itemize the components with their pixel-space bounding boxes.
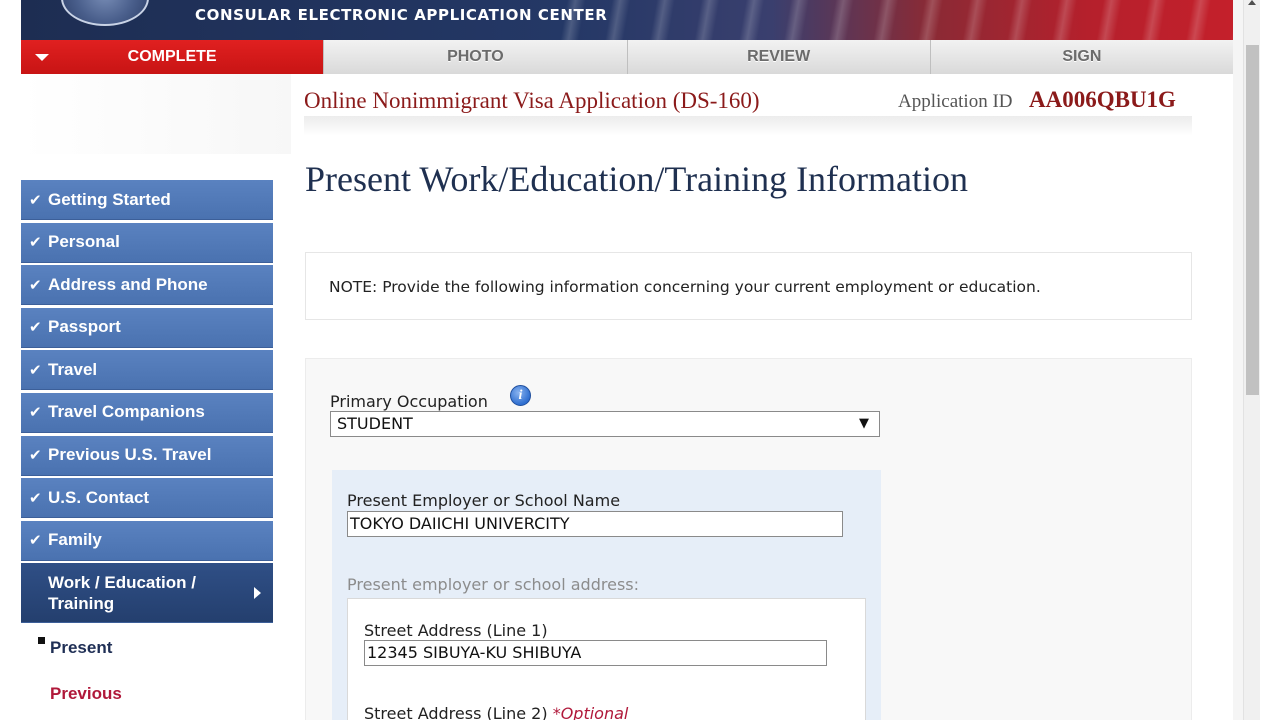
optional-marker: *Optional <box>552 704 629 720</box>
sidebar-item-address-and-phone[interactable]: ✔ Address and Phone <box>21 265 273 306</box>
tab-photo[interactable]: PHOTO <box>323 40 627 74</box>
street-address-line1-label: Street Address (Line 1) <box>364 621 548 640</box>
sidebar-subitem-previous[interactable]: Previous <box>50 684 122 704</box>
sidebar-header-space <box>21 74 291 154</box>
chevron-right-icon <box>254 587 261 600</box>
sidebar-item-us-contact[interactable]: ✔ U.S. Contact <box>21 478 273 519</box>
sidebar-item-work-education-training[interactable]: Work / Education / Training <box>21 563 273 624</box>
checkmark-icon: ✔ <box>29 447 42 465</box>
sidebar-item-family[interactable]: ✔ Family <box>21 520 273 561</box>
sidebar-item-label: Passport <box>48 317 121 337</box>
sidebar-item-travel-companions[interactable]: ✔ Travel Companions <box>21 392 273 433</box>
checkmark-icon: ✔ <box>29 361 42 379</box>
tab-complete-label: COMPLETE <box>127 48 217 65</box>
sidebar-item-label: Family <box>48 530 102 550</box>
street-address-line2-label-text: Street Address (Line 2) <box>364 704 548 720</box>
sidebar-item-travel[interactable]: ✔ Travel <box>21 350 273 391</box>
street-address-line2-label: Street Address (Line 2) *Optional <box>364 704 628 720</box>
caret-down-icon <box>35 54 49 61</box>
sidebar-item-label: Personal <box>48 232 120 252</box>
tab-photo-label: PHOTO <box>447 48 504 65</box>
scroll-up-arrow-icon[interactable] <box>1248 0 1256 5</box>
us-department-of-state-seal-icon <box>61 0 149 26</box>
tab-review[interactable]: REVIEW <box>626 40 930 74</box>
banner-title: CONSULAR ELECTRONIC APPLICATION CENTER <box>195 6 608 24</box>
primary-occupation-label: Primary Occupation <box>330 392 488 411</box>
sidebar-item-passport[interactable]: ✔ Passport <box>21 307 273 348</box>
tab-sign[interactable]: SIGN <box>929 40 1233 74</box>
checkmark-icon: ✔ <box>29 191 42 209</box>
sidebar-subitem-present[interactable]: Present <box>50 638 112 658</box>
sidebar-item-label: U.S. Contact <box>48 487 150 507</box>
window-gutter <box>1260 0 1280 720</box>
page-edge <box>1233 0 1243 720</box>
step-tabs: COMPLETE PHOTO REVIEW SIGN <box>21 40 1233 74</box>
checkmark-icon: ✔ <box>29 489 42 507</box>
sidebar-item-label: Previous U.S. Travel <box>48 445 212 465</box>
sidebar-item-label: Work / Education / Training <box>48 572 196 613</box>
checkmark-icon: ✔ <box>29 404 42 422</box>
tab-sign-label: SIGN <box>1062 48 1102 65</box>
checkmark-icon: ✔ <box>29 319 42 337</box>
dropdown-arrow-icon: ▼ <box>859 416 869 431</box>
tab-review-label: REVIEW <box>747 48 811 65</box>
primary-occupation-select[interactable]: STUDENT ▼ <box>330 411 880 437</box>
info-icon[interactable]: i <box>510 385 531 406</box>
checkmark-icon: ✔ <box>29 276 42 294</box>
note-text: NOTE: Provide the following information … <box>329 278 1041 296</box>
street-address-line1-input[interactable]: 12345 SIBUYA-KU SHIBUYA <box>364 640 827 666</box>
tab-complete[interactable]: COMPLETE <box>21 40 324 74</box>
page-title: Present Work/Education/Training Informat… <box>305 159 969 199</box>
employer-address-heading: Present employer or school address: <box>347 575 639 594</box>
sidebar-item-getting-started[interactable]: ✔ Getting Started <box>21 180 273 220</box>
sidebar-item-label: Getting Started <box>48 189 171 209</box>
title-divider <box>304 116 1192 136</box>
sidebar-item-personal[interactable]: ✔ Personal <box>21 222 273 263</box>
application-id-label: Application ID <box>898 91 1013 112</box>
sidebar-item-previous-us-travel[interactable]: ✔ Previous U.S. Travel <box>21 435 273 476</box>
sidebar-item-label: Travel Companions <box>48 402 205 422</box>
scrollbar-thumb[interactable] <box>1246 45 1259 395</box>
primary-occupation-value: STUDENT <box>337 414 413 433</box>
checkmark-icon: ✔ <box>29 234 42 252</box>
sidebar-nav: ✔ Getting Started ✔ Personal ✔ Address a… <box>21 180 273 626</box>
sidebar-item-label: Address and Phone <box>48 274 208 294</box>
application-title: Online Nonimmigrant Visa Application (DS… <box>304 88 760 113</box>
checkmark-icon: ✔ <box>29 532 42 550</box>
header-banner: CONSULAR ELECTRONIC APPLICATION CENTER <box>21 0 1233 40</box>
selected-bullet-icon <box>38 637 45 644</box>
employer-name-label: Present Employer or School Name <box>347 491 621 510</box>
note-box: NOTE: Provide the following information … <box>305 252 1192 320</box>
sidebar-item-label: Travel <box>48 359 98 379</box>
application-id-value: AA006QBU1G <box>1029 87 1176 112</box>
flag-stripes <box>541 0 1233 40</box>
employer-name-input[interactable]: TOKYO DAIICHI UNIVERCITY <box>347 511 843 537</box>
vertical-scrollbar[interactable] <box>1243 0 1260 720</box>
